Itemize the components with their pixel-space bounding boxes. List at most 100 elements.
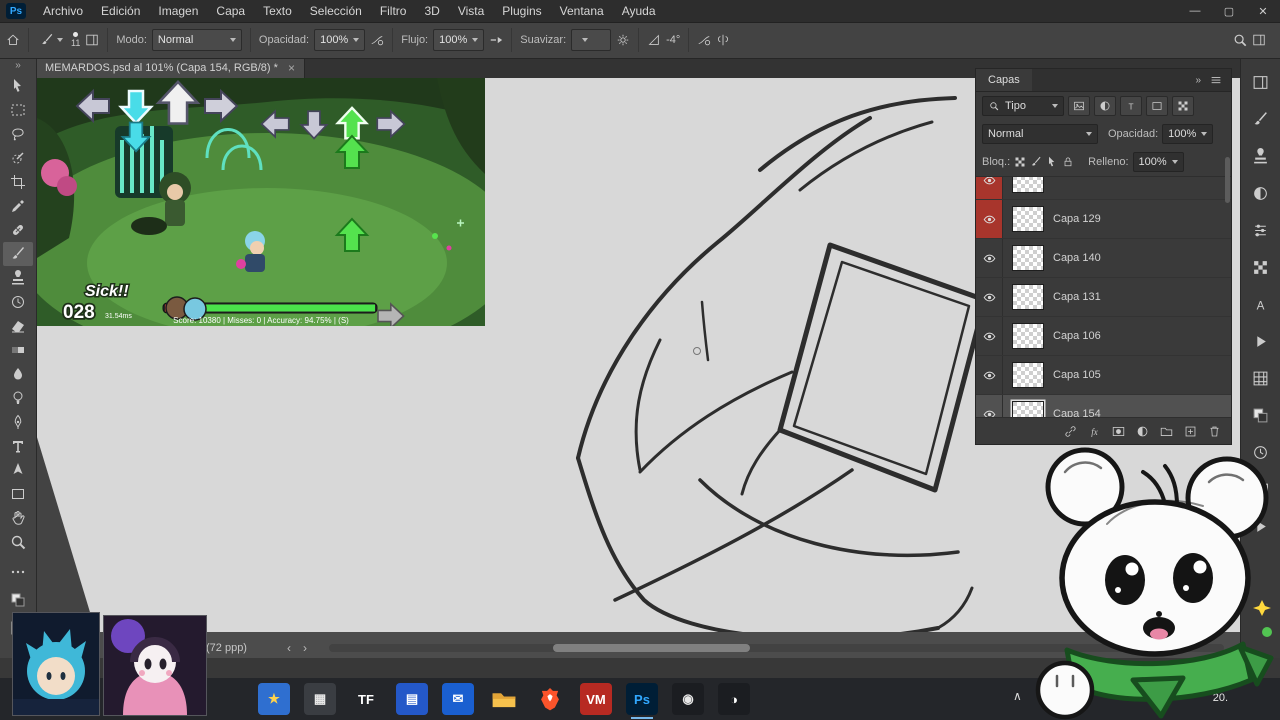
- new-layer-icon[interactable]: [1184, 425, 1197, 438]
- dodge-tool[interactable]: [3, 386, 33, 410]
- obs-icon[interactable]: ◑: [718, 683, 750, 715]
- smoothing-select[interactable]: [571, 29, 612, 51]
- menu-item-capa[interactable]: Capa: [207, 0, 254, 22]
- adjustments-panel-icon[interactable]: [1249, 181, 1273, 205]
- close-button[interactable]: ✕: [1246, 0, 1280, 22]
- layer-row-capa-105[interactable]: Capa 105: [976, 356, 1231, 395]
- layer-visibility-toggle[interactable]: [976, 317, 1003, 355]
- layer-thumbnail[interactable]: [1012, 362, 1044, 388]
- menu-item-ventana[interactable]: Ventana: [551, 0, 613, 22]
- menu-item-imagen[interactable]: Imagen: [149, 0, 207, 22]
- brave-browser-icon[interactable]: [534, 683, 566, 715]
- filter-shape-layers-icon[interactable]: [1146, 96, 1168, 116]
- panel-menu-icon[interactable]: [1209, 73, 1223, 87]
- marquee-tool[interactable]: [3, 98, 33, 122]
- type-tool[interactable]: [3, 434, 33, 458]
- lock-transparent-icon[interactable]: [1014, 156, 1026, 168]
- layer-row-capa-131[interactable]: Capa 131: [976, 278, 1231, 317]
- layer-visibility-toggle[interactable]: [976, 239, 1003, 277]
- home-icon[interactable]: [6, 33, 20, 47]
- layer-row-capa-129[interactable]: Capa 129: [976, 200, 1231, 239]
- lasso-tool[interactable]: [3, 122, 33, 146]
- path-select-tool[interactable]: [3, 458, 33, 482]
- pressure-opacity-icon[interactable]: [370, 33, 384, 47]
- document-tab[interactable]: MEMARDOS.psd al 101% (Capa 154, RGB/8) *…: [36, 58, 305, 78]
- layer-name[interactable]: Capa 105: [1053, 369, 1101, 381]
- timeline-panel-icon[interactable]: [1249, 514, 1273, 538]
- tf-app-icon[interactable]: TF: [350, 683, 382, 715]
- shape-tool[interactable]: [3, 482, 33, 506]
- brush-size-preview[interactable]: 11: [71, 32, 80, 48]
- horizontal-scrollbar[interactable]: [328, 644, 1224, 652]
- menu-item-edici-n[interactable]: Edición: [92, 0, 149, 22]
- adjustment-layer-icon[interactable]: [1136, 425, 1149, 438]
- history-panel-icon[interactable]: [1249, 440, 1273, 464]
- lock-position-icon[interactable]: [1046, 156, 1058, 168]
- clone-stamp-tool[interactable]: [3, 266, 33, 290]
- layer-row-capa-106[interactable]: Capa 106: [976, 317, 1231, 356]
- layer-visibility-toggle[interactable]: [976, 278, 1003, 316]
- history-brush-tool[interactable]: [3, 290, 33, 314]
- menu-item-vista[interactable]: Vista: [449, 0, 493, 22]
- photoshop-icon[interactable]: Ps: [626, 683, 658, 719]
- workspace-switcher-icon[interactable]: [1252, 33, 1266, 47]
- brush-settings-toggle-icon[interactable]: [85, 33, 99, 47]
- healing-tool[interactable]: [3, 218, 33, 242]
- layer-fill-select[interactable]: 100%: [1132, 152, 1184, 172]
- brush-preset-picker[interactable]: [37, 31, 66, 49]
- airbrush-icon[interactable]: [489, 33, 503, 47]
- layer-row-capa-140[interactable]: Capa 140: [976, 239, 1231, 278]
- layer-opacity-select[interactable]: 100%: [1162, 124, 1214, 144]
- blur-tool[interactable]: [3, 362, 33, 386]
- gradient-tool[interactable]: [3, 338, 33, 362]
- toolbar-options[interactable]: [3, 560, 33, 584]
- menu-item-3d[interactable]: 3D: [415, 0, 448, 22]
- brush-angle-value[interactable]: -4°: [666, 34, 680, 46]
- menu-item-plugins[interactable]: Plugins: [493, 0, 550, 22]
- layer-visibility-toggle[interactable]: [976, 200, 1003, 238]
- layer-name[interactable]: Capa 140: [1053, 252, 1101, 264]
- character-panel-icon[interactable]: A: [1249, 292, 1273, 316]
- menu-item-selecci-n[interactable]: Selección: [301, 0, 371, 22]
- scrollbar-thumb[interactable]: [552, 644, 750, 652]
- grid-app-icon[interactable]: ▤: [396, 683, 428, 715]
- delete-layer-icon[interactable]: [1208, 425, 1221, 438]
- search-icon[interactable]: [1233, 33, 1247, 47]
- color-panel-icon[interactable]: [1249, 403, 1273, 427]
- pressure-size-icon[interactable]: [697, 33, 711, 47]
- layers-tab[interactable]: Capas: [976, 69, 1032, 91]
- layer-visibility-toggle[interactable]: [976, 177, 1003, 199]
- lock-all-icon[interactable]: [1062, 156, 1074, 168]
- properties-panel-icon[interactable]: [1249, 218, 1273, 242]
- pen-tool[interactable]: [3, 410, 33, 434]
- zoom-tool[interactable]: [3, 530, 33, 554]
- layer-thumbnail[interactable]: [1012, 284, 1044, 310]
- filter-type-layers-icon[interactable]: T: [1120, 96, 1142, 116]
- info-panel-icon[interactable]: [1249, 366, 1273, 390]
- layer-name[interactable]: Capa 106: [1053, 330, 1101, 342]
- opacity-select[interactable]: 100%: [314, 29, 366, 51]
- smoothing-gear-icon[interactable]: [616, 33, 630, 47]
- layer-name[interactable]: Capa 129: [1053, 213, 1101, 225]
- add-mask-icon[interactable]: [1112, 425, 1125, 438]
- nav-left-chevron[interactable]: ‹: [281, 641, 297, 655]
- file-explorer-icon[interactable]: [488, 683, 520, 715]
- crop-tool[interactable]: [3, 170, 33, 194]
- new-group-icon[interactable]: [1160, 425, 1173, 438]
- voicemeeter-icon[interactable]: VM: [580, 683, 612, 715]
- layer-visibility-toggle[interactable]: [976, 356, 1003, 394]
- symmetry-icon[interactable]: [716, 33, 730, 47]
- blend-mode-select[interactable]: Normal: [151, 29, 242, 51]
- mail-app-icon[interactable]: ✉: [442, 683, 474, 715]
- taskbar-clock[interactable]: 20.: [1213, 692, 1228, 704]
- tab-close-icon[interactable]: ×: [288, 61, 295, 75]
- layers-scrollbar-thumb[interactable]: [1225, 157, 1230, 203]
- layer-thumbnail[interactable]: [1012, 177, 1044, 193]
- patterns-panel-icon[interactable]: [1249, 255, 1273, 279]
- filter-adjustment-layers-icon[interactable]: [1094, 96, 1116, 116]
- navigator-panel-icon[interactable]: [1249, 477, 1273, 501]
- link-layers-icon[interactable]: [1064, 425, 1077, 438]
- toolbar-collapse-chevron[interactable]: »: [15, 58, 21, 74]
- lock-pixels-icon[interactable]: [1030, 156, 1042, 168]
- brush-tool[interactable]: [3, 242, 33, 266]
